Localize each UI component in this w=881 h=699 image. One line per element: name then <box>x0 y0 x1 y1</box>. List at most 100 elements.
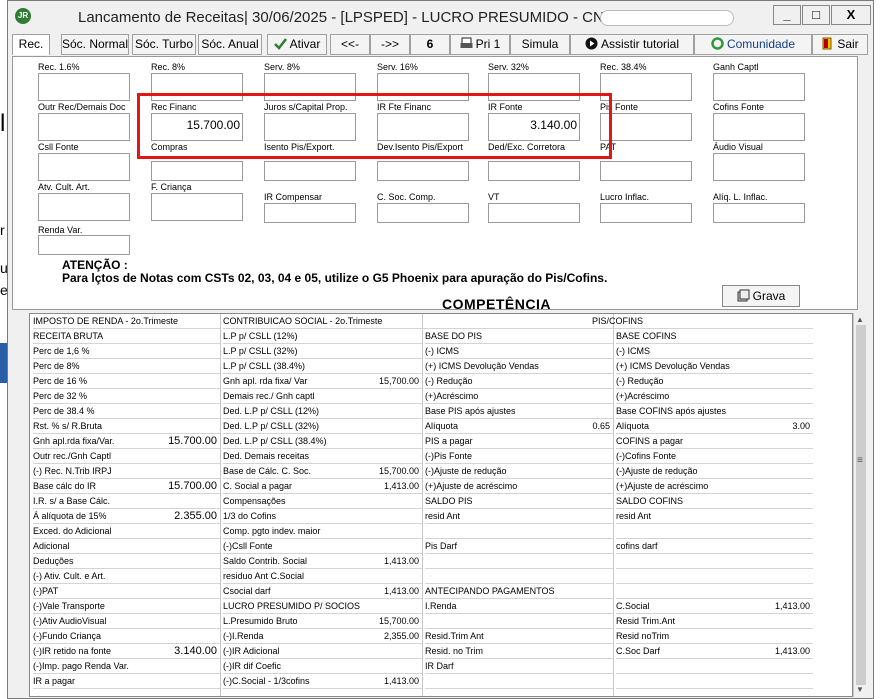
field-label: Alíq. L. Inflac. <box>713 192 768 202</box>
maximize-button[interactable]: □ <box>802 5 830 25</box>
tab-soc-turbo[interactable]: Sóc. Turbo <box>132 34 196 55</box>
grid-row-label: Csocial darf <box>223 586 271 596</box>
grid-row-label: (-)C.Social - 1/3cofins <box>223 676 310 686</box>
ded-exc-corretora-input[interactable] <box>488 161 580 181</box>
audio-visual-input[interactable] <box>713 153 805 181</box>
grid-row-label: (-) Rec. N.Trib IRPJ <box>33 466 112 476</box>
renda-var-input[interactable] <box>38 235 130 255</box>
field-label: Serv. 16% <box>377 62 418 72</box>
grid-row-label: (-)IR Adicional <box>223 646 280 656</box>
outr-rec-input[interactable] <box>38 113 130 141</box>
grid-row: Gnh apl.rda fixa/Var. 15.700.00 <box>33 434 220 449</box>
page-indicator: 6 <box>410 34 450 55</box>
grid-row: L.P p/ CSLL (12%) <box>223 329 422 344</box>
grava-button[interactable]: Grava <box>722 285 800 307</box>
grid-row: (-)Ativ AudioVisual <box>33 614 220 629</box>
grid-row: residuo Ant C.Social <box>223 569 422 584</box>
vt-input[interactable] <box>488 203 580 223</box>
c-soc-comp-input[interactable] <box>377 203 469 223</box>
grid-row: (-)IR dif Coefic <box>223 659 422 674</box>
field-label: Ganh Captl <box>713 62 759 72</box>
grid-row: BASE DO PIS <box>425 329 613 344</box>
scrollbar-thumb[interactable] <box>856 325 866 685</box>
cofins-fonte-input[interactable] <box>713 113 805 141</box>
grid-row: COFINS a pagar <box>616 434 813 449</box>
grid-row: Outr rec./Gnh Captl <box>33 449 220 464</box>
sair-button[interactable]: Sair <box>812 34 868 55</box>
grid-row-label: Base de Cálc. C. Soc. <box>223 466 312 476</box>
csll-fonte-input[interactable] <box>38 153 130 181</box>
grid-row: Csocial darf 1,413.00 <box>223 584 422 599</box>
grid-row: Resid.Trim Ant <box>425 629 613 644</box>
pis-fonte-input[interactable] <box>600 113 692 141</box>
grid-row-value: 15,700.00 <box>378 466 419 476</box>
grid-row <box>616 659 813 674</box>
minimize-button[interactable]: _ <box>773 5 801 25</box>
grid-row: cofins darf <box>616 539 813 554</box>
grid-row-label: (-) Redução <box>616 376 664 386</box>
rec-1-6-input[interactable] <box>38 73 130 101</box>
f-crianca-input[interactable] <box>151 193 243 221</box>
ativar-button[interactable]: Ativar <box>267 34 327 55</box>
lucro-inflac-input[interactable] <box>600 203 692 223</box>
grid-row-label: IMPOSTO DE RENDA - 2o.Trimeste <box>33 316 179 326</box>
grid-row: (-) ICMS <box>425 344 613 359</box>
isento-pis-input[interactable] <box>264 161 356 181</box>
grid-row-label: Resid Trim.Ant <box>616 616 676 626</box>
grid-row-label: Gnh apl.rda fixa/Var. <box>33 436 115 446</box>
next-button[interactable]: ->> <box>370 34 410 55</box>
grid-row: I.Renda <box>425 599 613 614</box>
ir-compensar-input[interactable] <box>264 203 356 223</box>
grid-row-label: Perc de 32 % <box>33 391 88 401</box>
grid-row: Alíquota 3.00 <box>616 419 813 434</box>
tutorial-button[interactable]: Assistir tutorial <box>570 34 694 55</box>
grid-row: Base PIS após ajustes <box>425 404 613 419</box>
close-button[interactable]: X <box>831 5 871 25</box>
rec-38-4-input[interactable] <box>600 73 692 101</box>
print-button[interactable]: Pri 1 <box>450 34 510 55</box>
grid-row: Saldo Contrib. Social 1,413.00 <box>223 554 422 569</box>
grid-row-label: (-) ICMS <box>616 346 650 356</box>
grid-row-label: Base PIS após ajustes <box>425 406 516 416</box>
grid-row-label: Outr rec./Gnh Captl <box>33 451 112 461</box>
grid-row-label: Demais rec./ Gnh captl <box>223 391 315 401</box>
grid-row: 1/3 do Cofins <box>223 509 422 524</box>
grid-row-label: (-) Redução <box>425 376 473 386</box>
grid-row-label: Deduções <box>33 556 74 566</box>
tab-soc-anual[interactable]: Sóc. Anual <box>198 34 262 55</box>
scroll-down-icon[interactable]: ▼ <box>856 685 864 694</box>
grid-row-label: BASE DO PIS <box>425 331 483 341</box>
atv-cult-art-input[interactable] <box>38 193 130 221</box>
dev-isento-pis-input[interactable] <box>377 161 469 181</box>
tab-rec[interactable]: Rec. <box>12 34 50 55</box>
pat-input[interactable] <box>600 161 692 181</box>
grid-row: (+)Ajuste de acréscimo <box>425 479 613 494</box>
prev-button[interactable]: <<- <box>330 34 370 55</box>
tab-soc-normal[interactable]: Sóc. Normal <box>61 34 129 55</box>
grid-row <box>616 554 813 569</box>
simula-button[interactable]: Simula <box>510 34 570 55</box>
competencia-title: COMPETÊNCIA <box>442 296 551 312</box>
grid-row-label: Resid noTrim <box>616 631 670 641</box>
checkmark-icon <box>273 37 287 50</box>
grid-row-label: Perc de 8% <box>33 361 80 371</box>
grid-row-value: 15.700.00 <box>168 435 217 447</box>
scroll-up-icon[interactable]: ▲ <box>856 315 864 324</box>
grid-row: I.R. s/ a Base Cálc. <box>33 494 220 509</box>
title-bar[interactable]: JR Lancamento de Receitas| 30/06/2025 - … <box>8 1 873 33</box>
field-label: Serv. 32% <box>488 62 529 72</box>
grid-row-label: residuo Ant C.Social <box>223 571 305 581</box>
compras-input[interactable] <box>151 161 243 181</box>
grid-row-label: L.Presumido Bruto <box>223 616 298 626</box>
ganh-captl-input[interactable] <box>713 73 805 101</box>
comunidade-button[interactable]: Comunidade <box>694 34 812 55</box>
grid-row-label: (-)IR retido na fonte <box>33 646 112 656</box>
grid-row-label: (-)I.Renda <box>223 631 264 641</box>
grid-row: resid Ant <box>616 509 813 524</box>
aliq-l-inflac-input[interactable] <box>713 203 805 223</box>
grid-row-label: (-)PAT <box>33 586 59 596</box>
grid-row: LUCRO PRESUMIDO P/ SOCIOS <box>223 599 422 614</box>
grid-row: (-)Pis Fonte <box>425 449 613 464</box>
grid-row: (-)I.Renda 2,355.00 <box>223 629 422 644</box>
vertical-scrollbar[interactable]: ▲ ≡ ▼ <box>853 313 868 697</box>
